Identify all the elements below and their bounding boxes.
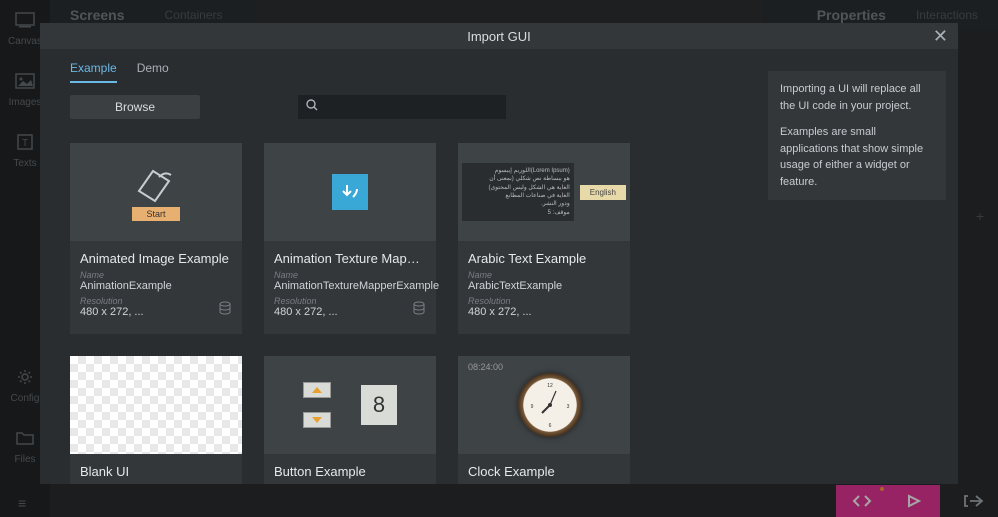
tab-demo[interactable]: Demo	[137, 61, 169, 83]
example-card[interactable]: Animation Texture Mapper... NameAnimation…	[264, 143, 436, 334]
info-text-1: Importing a UI will replace all the UI c…	[780, 81, 934, 114]
thumbnail: (Lorem Ipsum)اللوريم إيبسوم هو ببساطة نص…	[458, 143, 630, 241]
card-title: Arabic Text Example	[468, 251, 620, 266]
svg-text:3: 3	[567, 404, 570, 410]
svg-text:9: 9	[531, 404, 534, 410]
example-card[interactable]: 08:24:0012369Clock ExampleNameClockExamp…	[458, 356, 630, 484]
thumbnail	[70, 356, 242, 454]
name-label: Name	[468, 483, 620, 484]
thumbnail	[264, 143, 436, 241]
card-title: Button Example	[274, 464, 426, 479]
name-value: AnimationTextureMapperExample	[274, 280, 426, 292]
examples-grid: StartAnimated Image ExampleNameAnimation…	[70, 143, 738, 484]
database-icon	[218, 301, 232, 320]
resolution-value: 480 x 272, ...	[274, 306, 338, 318]
name-value: AnimationExample	[80, 280, 232, 292]
search-input[interactable]	[298, 95, 506, 119]
resolution-value: 480 x 272, ...	[468, 306, 532, 318]
import-gui-modal: Import GUI ✕ Example Demo Browse StartAn…	[40, 23, 958, 484]
card-title: Animation Texture Mapper...	[274, 251, 426, 266]
card-title: Animated Image Example	[80, 251, 232, 266]
info-text-2: Examples are small applications that sho…	[780, 124, 934, 190]
browse-button[interactable]: Browse	[70, 95, 200, 119]
name-label: Name	[274, 270, 426, 280]
card-title: Clock Example	[468, 464, 620, 479]
resolution-label: Resolution	[468, 296, 620, 306]
card-title: Blank UI	[80, 464, 232, 479]
info-box: Importing a UI will replace all the UI c…	[768, 71, 946, 200]
name-label: Name	[80, 483, 232, 484]
name-label: Name	[80, 270, 232, 280]
resolution-label: Resolution	[274, 296, 426, 306]
modal-title: Import GUI	[467, 29, 531, 44]
resolution-label: Resolution	[80, 296, 232, 306]
thumbnail: 08:24:0012369	[458, 356, 630, 454]
database-icon	[412, 301, 426, 320]
svg-text:6: 6	[549, 423, 552, 429]
name-value: ArabicTextExample	[468, 280, 620, 292]
close-icon[interactable]: ✕	[933, 26, 948, 47]
svg-text:12: 12	[547, 383, 553, 389]
example-card[interactable]: Blank UINameBlankUI	[70, 356, 242, 484]
name-label: Name	[274, 483, 426, 484]
resolution-value: 480 x 272, ...	[80, 306, 144, 318]
example-card[interactable]: 8Button ExampleNameButtonExample	[264, 356, 436, 484]
thumbnail: Start	[70, 143, 242, 241]
modal-header: Import GUI ✕	[40, 23, 958, 49]
example-card[interactable]: Start Animated Image Example NameAnimation…	[70, 143, 242, 334]
search-icon	[306, 98, 318, 116]
example-card[interactable]: (Lorem Ipsum)اللوريم إيبسوم هو ببساطة نص…	[458, 143, 630, 334]
tab-example[interactable]: Example	[70, 61, 117, 83]
name-label: Name	[468, 270, 620, 280]
thumbnail: 8	[264, 356, 436, 454]
tabs: Example Demo	[70, 61, 738, 83]
